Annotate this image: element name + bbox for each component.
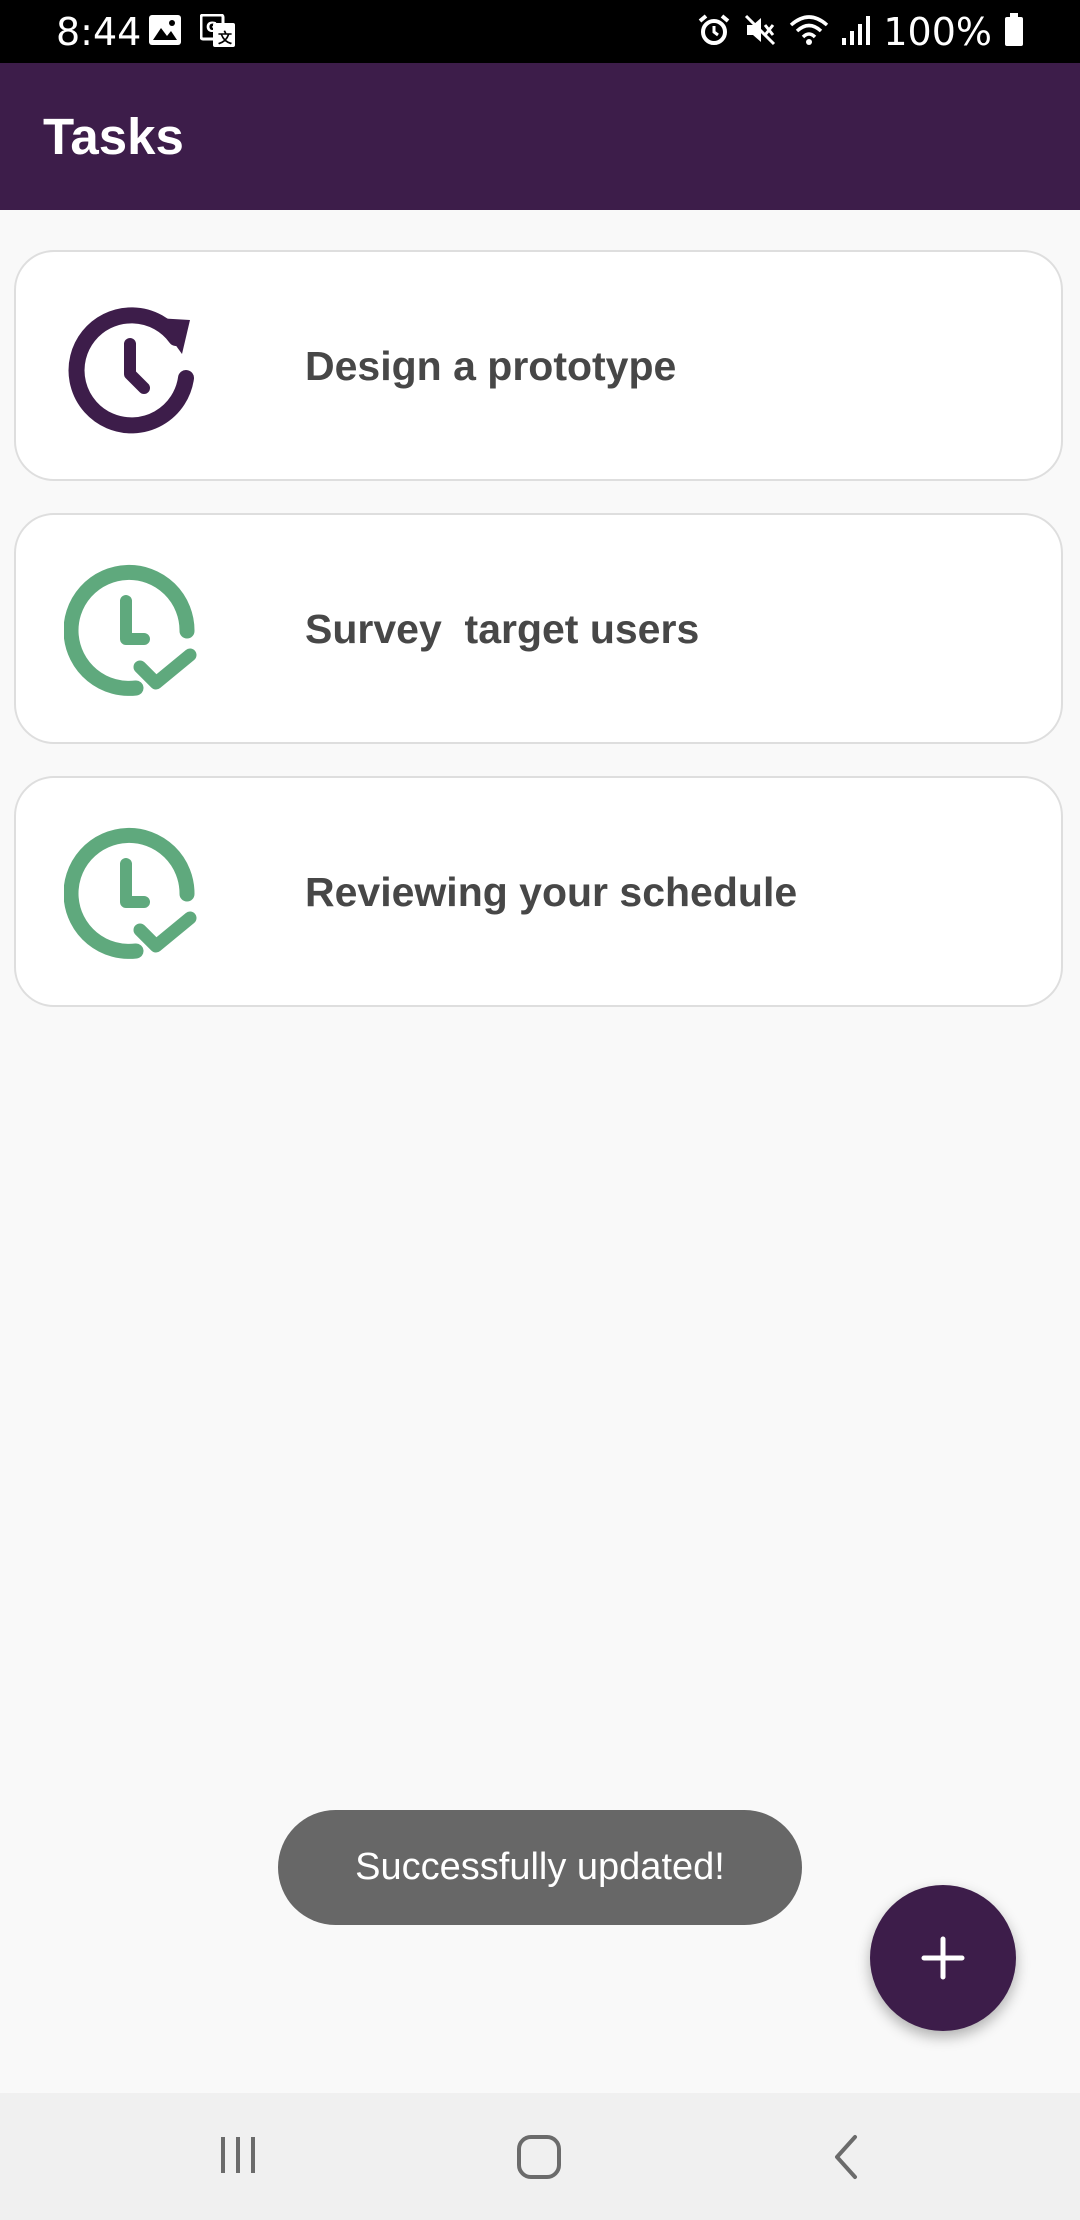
app-bar: Tasks xyxy=(0,63,1080,210)
svg-text:G: G xyxy=(206,20,218,36)
translate-icon: G 文 xyxy=(199,13,236,53)
image-icon xyxy=(148,14,182,53)
task-label: Design a prototype xyxy=(305,343,677,389)
alarm-icon xyxy=(697,13,731,52)
toast-message: Successfully updated! xyxy=(278,1810,802,1925)
signal-icon xyxy=(841,14,871,51)
task-card[interactable]: Design a prototype xyxy=(14,250,1063,481)
mute-icon xyxy=(743,13,777,52)
home-button[interactable] xyxy=(485,2113,595,2200)
clock-refresh-icon xyxy=(64,298,204,438)
status-bar: 8:44 G 文 100% xyxy=(0,0,1080,63)
svg-text:文: 文 xyxy=(218,30,233,47)
system-nav-bar xyxy=(0,2093,1080,2220)
status-right: 100% xyxy=(697,10,1024,54)
clock-check-icon xyxy=(63,824,204,964)
task-label: Reviewing your schedule xyxy=(305,869,798,915)
back-button[interactable] xyxy=(793,2113,903,2200)
status-left-icons: G 文 xyxy=(148,13,236,53)
clock-check-icon xyxy=(63,561,204,701)
recent-apps-button[interactable] xyxy=(183,2113,293,2200)
task-card[interactable]: Reviewing your schedule xyxy=(14,776,1063,1007)
wifi-icon xyxy=(789,13,829,52)
battery-percent: 100% xyxy=(883,10,992,54)
status-time: 8:44 xyxy=(56,10,142,54)
task-card[interactable]: Survey target users xyxy=(14,513,1063,744)
task-label: Survey target users xyxy=(305,606,700,652)
add-task-button[interactable] xyxy=(870,1885,1016,2031)
page-title: Tasks xyxy=(43,108,184,165)
battery-icon xyxy=(1004,12,1024,52)
